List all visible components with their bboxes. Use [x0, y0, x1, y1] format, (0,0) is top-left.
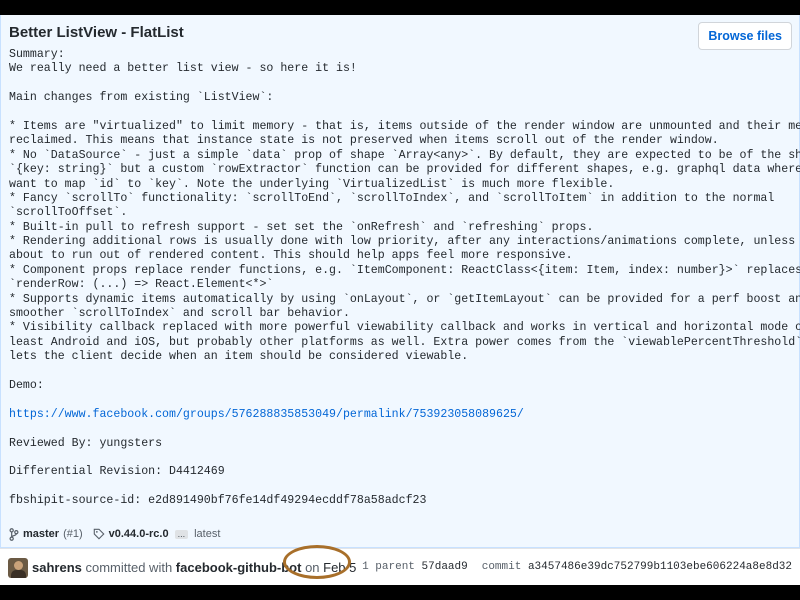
description-line: * Component props replace render functio…: [9, 263, 800, 277]
description-line: * Built-in pull to refresh support - set…: [9, 220, 594, 234]
description-line: want to map `id` to `key`. Note the unde…: [9, 177, 615, 191]
avatar[interactable]: [8, 558, 28, 578]
description-line: * Supports dynamic items automatically b…: [9, 292, 800, 306]
description-line: `{key: string}` but a custom `rowExtract…: [9, 163, 800, 177]
description-line: Reviewed By: yungsters: [9, 436, 163, 450]
sha-info: 1 parent 57daad9 commit a3457486e39dc7527…: [362, 561, 792, 573]
commit-box: Better ListView - FlatList Browse files …: [0, 15, 800, 548]
author-link[interactable]: sahrens: [32, 560, 82, 575]
git-branch-icon: [9, 527, 19, 541]
commit-title: Better ListView - FlatList: [9, 24, 184, 41]
description-line: reclaimed. This means that instance stat…: [9, 134, 719, 148]
description-line: fbshipit-source-id: e2d891490bf76fe14df4…: [9, 494, 427, 508]
description-line: [9, 77, 794, 91]
description-line: Main changes from existing `ListView`:: [9, 91, 274, 105]
description-line: least Android and iOS, but probably othe…: [9, 335, 800, 349]
description-line: [9, 451, 794, 465]
branch-link[interactable]: master: [23, 528, 59, 540]
parent-sha-link[interactable]: 57daad9: [422, 561, 468, 573]
description-line: Demo:: [9, 378, 44, 392]
browse-files-button[interactable]: Browse files: [698, 22, 792, 50]
description-line: [9, 480, 794, 494]
pr-link[interactable]: (#1): [63, 528, 83, 540]
description-line: [9, 106, 794, 120]
tag-icon: [93, 528, 105, 540]
committed-with-text: committed with: [81, 560, 176, 575]
commit-date: Feb 5: [323, 560, 357, 575]
description-line: * Items are "virtualized" to limit memor…: [9, 119, 800, 133]
description-line: `renderRow: (...) => React.Element<*>`: [9, 278, 274, 292]
description-line: smoother `scrollToIndex` and scroll bar …: [9, 307, 350, 321]
description-line: Summary:: [9, 48, 65, 61]
commit-page: Better ListView - FlatList Browse files …: [0, 15, 800, 585]
branch-tag-row: master (#1) v0.44.0-rc.0 ... latest: [9, 526, 220, 542]
description-line: * Fancy `scrollTo` functionality: `scrol…: [9, 191, 775, 205]
commit-authorship: sahrens committed with facebook-github-b…: [32, 560, 356, 575]
on-text: on: [301, 560, 324, 575]
tag-link[interactable]: v0.44.0-rc.0: [109, 528, 169, 540]
more-tags-button[interactable]: ...: [174, 529, 189, 539]
description-line: [9, 393, 794, 407]
commit-description: Summary: We really need a better list vie…: [9, 48, 800, 509]
description-line: * Visibility callback replaced with more…: [9, 321, 800, 335]
commit-sha: a3457486e39dc752799b1103ebe606224a8e8d32: [527, 561, 792, 573]
description-line: lets the client decide when an item shou…: [9, 350, 469, 364]
description-line: * Rendering additional rows is usually d…: [9, 235, 800, 249]
description-line: [9, 365, 794, 379]
commit-label: commit: [481, 561, 522, 573]
latest-label: latest: [194, 528, 221, 540]
demo-link[interactable]: https://www.facebook.com/groups/57628883…: [9, 408, 794, 422]
description-line: [9, 422, 794, 436]
description-line: about to run out of rendered content. Th…: [9, 249, 573, 263]
commit-meta: sahrens committed with facebook-github-b…: [0, 548, 800, 585]
description-line: * No `DataSource` - just a simple `data`…: [9, 148, 800, 162]
description-line: `scrollToOffset`.: [9, 206, 128, 220]
description-line: We really need a better list view - so h…: [9, 62, 357, 76]
parent-label: 1 parent: [362, 561, 415, 573]
description-line: Differential Revision: D4412469: [9, 465, 225, 479]
committer-link[interactable]: facebook-github-bot: [176, 560, 302, 575]
